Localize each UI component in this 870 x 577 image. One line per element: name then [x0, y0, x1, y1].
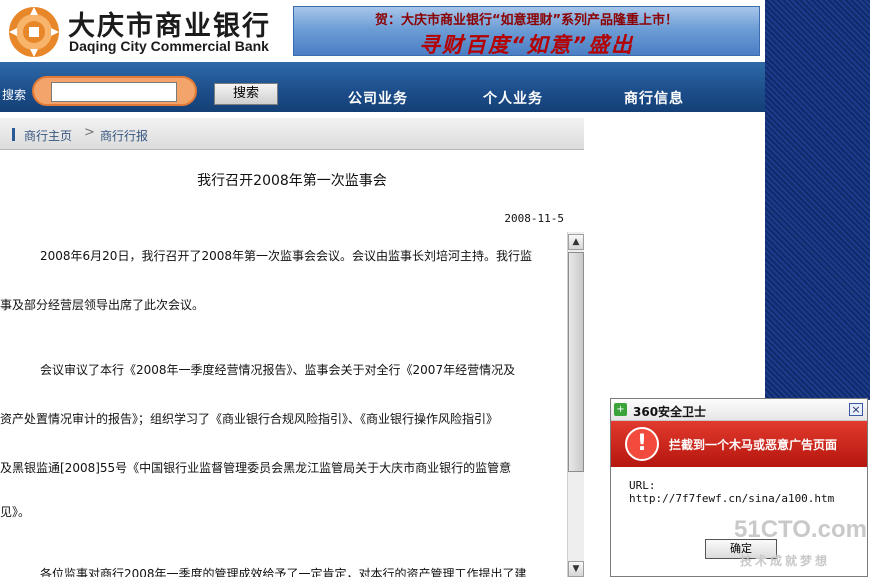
promo-banner[interactable]: 贺：大庆市商业银行“如意理财”系列产品隆重上市！ 寻财百度“如意”盛出: [293, 6, 760, 56]
breadcrumb-marker: [12, 128, 15, 141]
article-line: 2008年6月20日，我行召开了2008年第一次监事会会议。会议由监事长刘培河主…: [40, 249, 532, 263]
nav-item-bank-info[interactable]: 商行信息: [624, 88, 684, 108]
360-shield-icon: +: [614, 403, 627, 416]
security-alert-popup: + 360安全卫士 × ! 拦截到一个木马或恶意广告页面 URL: http:/…: [610, 398, 868, 577]
bank-name-en: Daqing City Commercial Bank: [69, 38, 269, 54]
article: 我行召开2008年第一次监事会 2008-11-5 2008年6月20日，我行召…: [0, 150, 584, 577]
article-line: 会议审议了本行《2008年一季度经营情况报告》、监事会关于对全行《2007年经营…: [40, 363, 516, 377]
breadcrumb-current[interactable]: 商行行报: [100, 127, 148, 144]
popup-title: 360安全卫士: [633, 405, 707, 419]
scroll-down-arrow-icon[interactable]: ▼: [568, 561, 584, 577]
scrollbar-thumb[interactable]: [568, 252, 584, 472]
breadcrumb-home-link[interactable]: 商行主页: [24, 127, 72, 144]
article-date: 2008-11-5: [504, 212, 564, 225]
nav-item-corporate[interactable]: 公司业务: [348, 88, 408, 108]
search-label: 搜索: [2, 88, 27, 102]
banner-headline: 贺：大庆市商业银行“如意理财”系列产品隆重上市！: [374, 13, 679, 28]
url-value: http://7f7fewf.cn/sina/a100.htm: [629, 492, 835, 505]
alert-message: 拦截到一个木马或恶意广告页面: [669, 438, 838, 452]
close-button[interactable]: ×: [849, 403, 863, 416]
nav-item-personal[interactable]: 个人业务: [483, 88, 543, 108]
article-line: 事及部分经营层领导出席了此次会议。: [0, 298, 205, 312]
alert-banner: ! 拦截到一个木马或恶意广告页面: [611, 421, 867, 467]
watermark-slogan: 技术成就梦想: [740, 554, 831, 568]
popup-titlebar: + 360安全卫士 ×: [611, 399, 867, 421]
blocked-url: URL: http://7f7fewf.cn/sina/a100.htm: [629, 479, 867, 505]
article-line: 及黑银监通[2008]55号《中国银行业监督管理委员会黑龙江监管局关于大庆市商业…: [0, 461, 512, 475]
article-body: 2008年6月20日，我行召开了2008年第一次监事会会议。会议由监事长刘培河主…: [0, 232, 568, 577]
warning-icon: !: [625, 427, 659, 461]
search-button[interactable]: 搜索: [214, 83, 278, 105]
bank-logo-icon: [9, 7, 59, 57]
article-line: 各位监事对商行2008年一季度的管理成效给予了一定肯定，对本行的资产管理工作提出…: [40, 567, 527, 577]
main-navbar: 搜索 搜索 公司业务 个人业务 商行信息: [0, 62, 765, 112]
watermark-logo: 51CTO.com: [734, 516, 867, 543]
url-label: URL:: [629, 479, 656, 492]
article-title: 我行召开2008年第一次监事会: [197, 173, 387, 189]
article-line: 资产处置情况审计的报告》；组织学习了《商业银行合规风险指引》、《商业银行操作风险…: [0, 412, 499, 426]
breadcrumb-separator-icon: >: [84, 125, 95, 140]
search-box: [32, 76, 197, 106]
site-header: 大庆市商业银行 Daqing City Commercial Bank 贺：大庆…: [0, 0, 765, 62]
search-input[interactable]: [51, 82, 177, 102]
breadcrumb: 商行主页 > 商行行报: [0, 118, 584, 150]
article-line: 见》。: [0, 505, 31, 519]
banner-slogan: 寻财百度“如意”盛出: [418, 33, 635, 56]
browser-page: 大庆市商业银行 Daqing City Commercial Bank 贺：大庆…: [0, 0, 870, 577]
article-scrollbar[interactable]: ▲ ▼: [567, 232, 584, 577]
scroll-up-arrow-icon[interactable]: ▲: [568, 234, 584, 250]
